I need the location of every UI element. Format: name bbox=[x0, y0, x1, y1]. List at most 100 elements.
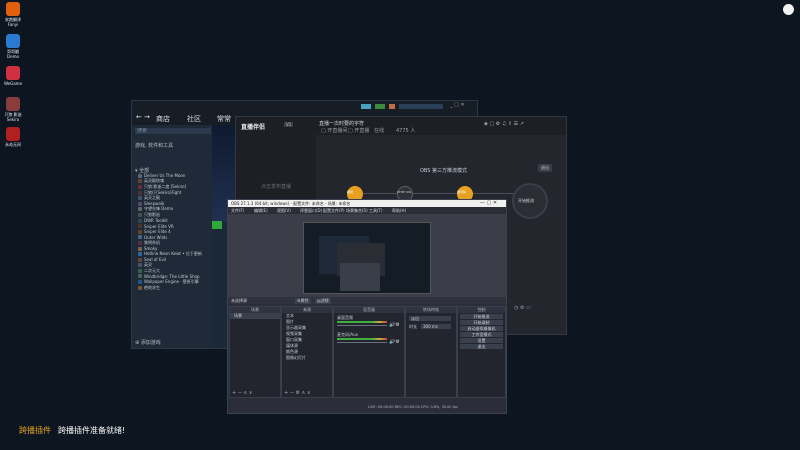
game-icon bbox=[138, 263, 142, 268]
desktop-icon-label: 奔跑翻译 Fanyi bbox=[5, 17, 21, 27]
assistant-logo: 直播伴侣 bbox=[241, 124, 266, 131]
control-button[interactable]: 开始录制 bbox=[460, 320, 503, 325]
game-item[interactable]: Hotline Neon Kewt • 位于更新 bbox=[132, 251, 212, 257]
nav-profile[interactable]: 常常 bbox=[217, 114, 231, 124]
control-button[interactable]: 退出 bbox=[460, 344, 503, 349]
game-name: 黎明杀机 bbox=[144, 239, 160, 245]
game-name: 只狼影逝 bbox=[144, 211, 160, 217]
game-name: DWR Toolkit bbox=[144, 218, 168, 224]
steam-library-sidebar: 搜索 游戏, 软件和工具 ▾ 全部 Deliver Us The Moon 英灵殿… bbox=[132, 125, 212, 348]
desktop-icon-2[interactable]: 哥哥翻 Demo bbox=[2, 34, 24, 59]
preview-obs bbox=[340, 263, 380, 291]
status-bar: LIVE: 00:00:00 REC: 00:00:00 CPU: 0.8%, … bbox=[368, 405, 458, 409]
nav-store[interactable]: 商店 bbox=[156, 114, 170, 124]
game-item[interactable]: 绝地求生 bbox=[132, 285, 212, 291]
tag-item: □ 开直播 bbox=[348, 128, 370, 134]
filters-label: 滤镜 bbox=[320, 298, 329, 303]
scene-item[interactable]: 场景 bbox=[230, 313, 280, 319]
game-icon bbox=[138, 190, 142, 195]
game-icon bbox=[138, 268, 142, 273]
stream-title[interactable]: 直播一次时要的字符 bbox=[319, 120, 364, 127]
play-button[interactable] bbox=[212, 221, 222, 229]
speaker-icon[interactable]: 🔊⚙ bbox=[389, 322, 400, 328]
app-icon bbox=[6, 97, 20, 111]
volume-slider[interactable] bbox=[337, 342, 387, 343]
duration-input[interactable]: 300 ms bbox=[421, 324, 451, 329]
source-item[interactable]: 图像幻灯片 bbox=[282, 355, 332, 361]
obs-menubar: 文件(F) 编辑(E) 视图(V) 停靠窗口(D) 配置文件(P) 场景集合(S) 工具(T… bbox=[228, 207, 506, 214]
filters-button[interactable]: ▤滤镜 bbox=[315, 298, 331, 304]
toolbar-icons[interactable]: ◈ ▢ ⚙ ♫ ⇪ ☰ ↗ bbox=[484, 121, 524, 127]
version-badge[interactable]: V1 bbox=[284, 122, 294, 127]
flow-node-label: 推流码 bbox=[457, 190, 467, 194]
game-name: 英灵之殿 bbox=[144, 195, 160, 201]
exit-mode-button[interactable]: 退出 bbox=[538, 164, 552, 172]
avatar[interactable] bbox=[389, 104, 395, 109]
transition-select[interactable]: 淡出 bbox=[409, 316, 451, 321]
control-button[interactable]: 工作室模式 bbox=[460, 332, 503, 337]
flow-node-label: RTMP URL bbox=[397, 190, 413, 194]
tag-item: 在线 bbox=[374, 128, 385, 134]
library-filter[interactable]: 游戏, 软件和工具 bbox=[135, 142, 173, 149]
flow-line bbox=[354, 193, 524, 194]
window-controls[interactable]: — ▢ ✕ bbox=[480, 200, 497, 206]
volume-slider[interactable] bbox=[337, 325, 387, 326]
desktop-icon-4[interactable]: 只狼:影逝 Sekiro bbox=[2, 97, 24, 122]
game-name: 二次元大 bbox=[144, 267, 160, 273]
control-list: 开始推流 开始录制 启动虚拟摄像机 工作室模式 设置 退出 bbox=[458, 314, 505, 349]
desktop-icon-label: 只狼:影逝 Sekiro bbox=[4, 112, 22, 122]
control-button[interactable]: 设置 bbox=[460, 338, 503, 343]
desktop-icon-3[interactable]: WeGame bbox=[2, 66, 24, 86]
duration-label: 时长 bbox=[409, 324, 417, 329]
notification-label: 跨播插件 bbox=[19, 426, 51, 435]
game-icon bbox=[138, 240, 142, 245]
flow-node-label: 推流 bbox=[347, 190, 354, 194]
library-search-input[interactable]: 搜索 bbox=[135, 128, 211, 134]
scene-controls[interactable]: + − ∧ ∨ bbox=[232, 390, 252, 396]
forward-icon[interactable]: → bbox=[144, 113, 150, 121]
window-controls[interactable]: _ ▢ ✕ bbox=[450, 102, 465, 108]
game-icon bbox=[138, 173, 142, 178]
source-toolbar: 未选择源 ⚙属性 ▤滤镜 bbox=[228, 297, 506, 304]
steam-title-bar: _ ▢ ✕ bbox=[132, 101, 477, 111]
notification-message: 跨播插件准备就绪! bbox=[58, 426, 126, 435]
source-controls[interactable]: + − ⚙ ∧ ∨ bbox=[284, 390, 311, 396]
obs-window: OBS 27.1.3 (64 bit, windows) - 配置文件: 未命名… bbox=[227, 199, 507, 414]
back-icon[interactable]: ← bbox=[136, 113, 142, 121]
app-icon bbox=[6, 34, 20, 48]
start-stream-label: 开始推流 bbox=[518, 198, 534, 203]
left-hint: 点击发布直播 bbox=[260, 184, 291, 190]
game-icon bbox=[138, 235, 142, 240]
app-icon bbox=[6, 66, 20, 80]
obs-title-bar: OBS 27.1.3 (64 bit, windows) - 配置文件: 未命名… bbox=[228, 200, 506, 207]
preview-canvas[interactable] bbox=[303, 222, 431, 294]
account-menu[interactable] bbox=[399, 104, 443, 109]
plugin-notification: 跨播插件 跨播插件准备就绪! bbox=[0, 418, 130, 440]
floating-ball-icon[interactable] bbox=[783, 4, 794, 15]
game-icon bbox=[138, 184, 142, 189]
notification-button[interactable] bbox=[361, 104, 371, 109]
speaker-icon[interactable]: 🔊⚙ bbox=[389, 339, 400, 345]
game-icon bbox=[138, 246, 142, 251]
mixer-panel: 混音器 桌面音频 🔊⚙ 麦克风/Aux 🔊⚙ bbox=[333, 306, 405, 398]
properties-button[interactable]: ⚙属性 bbox=[295, 298, 311, 304]
bottom-icons[interactable]: ◷ ⚙ ▭ bbox=[514, 305, 531, 311]
game-icon bbox=[138, 229, 142, 234]
game-icon bbox=[138, 218, 142, 223]
game-icon bbox=[138, 257, 142, 262]
desktop-icon-1[interactable]: 奔跑翻译 Fanyi bbox=[2, 2, 24, 27]
game-icon bbox=[138, 274, 142, 279]
mode-title: OBS 第三方推流模式 bbox=[420, 168, 468, 174]
controls-panel: 控制 开始推流 开始录制 启动虚拟摄像机 工作室模式 设置 退出 bbox=[457, 306, 506, 398]
desktop-icon-label: 永劫无间 bbox=[5, 142, 21, 147]
desktop-icon-5[interactable]: 永劫无间 bbox=[2, 127, 24, 147]
download-button[interactable] bbox=[375, 104, 385, 109]
add-game-button[interactable]: ⊕ 添加游戏 bbox=[135, 339, 161, 346]
game-icon bbox=[138, 212, 142, 217]
nav-community[interactable]: 社区 bbox=[187, 114, 201, 124]
control-button[interactable]: 启动虚拟摄像机 bbox=[460, 326, 503, 331]
game-name: Sniper Elite 4 bbox=[144, 229, 171, 235]
transitions-panel: 转场特效 淡出 时长 300 ms bbox=[405, 306, 457, 398]
control-button[interactable]: 开始推流 bbox=[460, 314, 503, 319]
mixer-meter bbox=[337, 321, 387, 323]
